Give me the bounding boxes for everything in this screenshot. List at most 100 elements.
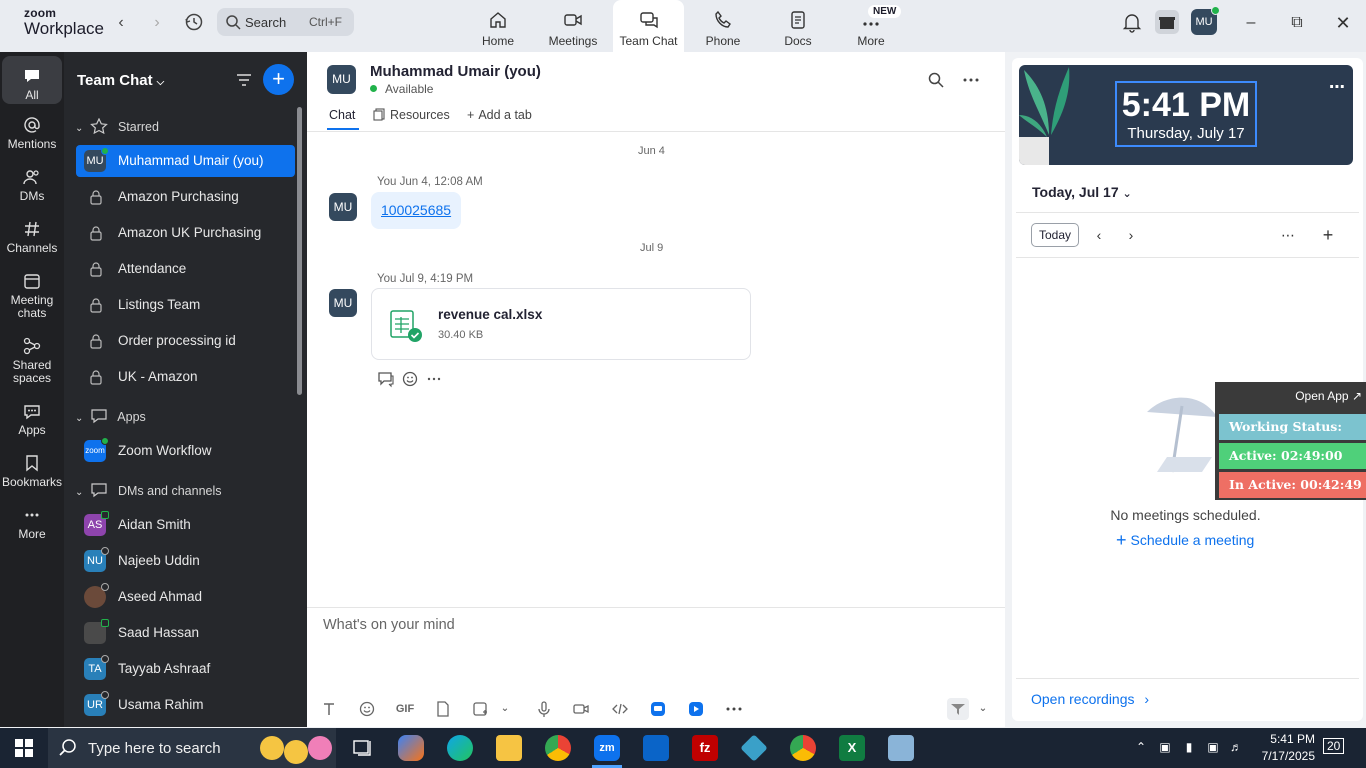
text-format-icon[interactable] bbox=[320, 700, 338, 718]
windows-start-icon[interactable] bbox=[14, 738, 34, 758]
chat-title[interactable]: Muhammad Umair (you) bbox=[370, 63, 541, 80]
schedule-meeting-link[interactable]: + Schedule a meeting bbox=[1116, 530, 1254, 551]
list-item[interactable]: Attendance bbox=[76, 253, 295, 285]
rail-item-mentions[interactable]: Mentions bbox=[2, 115, 62, 151]
task-view-icon[interactable] bbox=[350, 735, 376, 761]
app-icon[interactable] bbox=[649, 700, 667, 718]
notepad-icon[interactable] bbox=[888, 735, 914, 761]
list-item[interactable]: Amazon UK Purchasing bbox=[76, 217, 295, 249]
history-icon[interactable] bbox=[183, 11, 205, 33]
add-event-icon[interactable]: + bbox=[1319, 225, 1337, 245]
filezilla-icon[interactable]: fz bbox=[692, 735, 718, 761]
avatar[interactable]: MU bbox=[327, 65, 356, 94]
list-scrollbar[interactable] bbox=[297, 107, 302, 395]
emoji-reaction-icon[interactable] bbox=[401, 370, 419, 388]
meet-now-icon[interactable]: ▣ bbox=[1157, 740, 1173, 756]
edge-icon[interactable] bbox=[447, 735, 473, 761]
list-item[interactable]: Order processing id bbox=[76, 325, 295, 357]
rail-item-meeting-chats[interactable]: Meeting chats bbox=[2, 271, 62, 320]
list-item[interactable]: NU Najeeb Uddin bbox=[76, 545, 295, 577]
rail-item-bookmarks[interactable]: Bookmarks bbox=[2, 453, 62, 489]
excel-icon[interactable]: X bbox=[839, 735, 865, 761]
user-avatar[interactable]: MU bbox=[1191, 6, 1220, 35]
rail-item-channels[interactable]: Channels bbox=[2, 219, 62, 255]
battery-icon[interactable]: ▮ bbox=[1181, 740, 1197, 756]
list-item[interactable]: MU Muhammad Umair (you) bbox=[76, 145, 295, 177]
chevron-down-icon[interactable]: ⌄ bbox=[496, 700, 514, 718]
next-day-icon[interactable]: › bbox=[1122, 225, 1140, 245]
taskbar-search[interactable]: Type here to search bbox=[48, 728, 336, 768]
list-item[interactable]: Amazon Purchasing bbox=[76, 181, 295, 213]
rail-item-all[interactable]: All bbox=[2, 56, 62, 104]
rail-item-dms[interactable]: DMs bbox=[2, 167, 62, 203]
open-recordings-link[interactable]: Open recordings › bbox=[1031, 691, 1149, 707]
list-item[interactable]: Saad Hassan bbox=[76, 617, 295, 649]
rail-item-apps[interactable]: Apps bbox=[2, 401, 62, 437]
list-item[interactable]: UR Usama Rahim bbox=[76, 689, 295, 721]
prev-day-icon[interactable]: ‹ bbox=[1090, 225, 1108, 245]
emoji-icon[interactable] bbox=[358, 700, 376, 718]
zoom-taskbar-icon[interactable]: zm bbox=[594, 735, 620, 761]
open-app-button[interactable]: Open App ↗ bbox=[1295, 389, 1362, 403]
back-arrow-icon[interactable]: ‹ bbox=[110, 12, 132, 34]
calendar-more-icon[interactable]: ⋯ bbox=[1279, 225, 1297, 245]
chevron-down-icon[interactable]: ⌄ bbox=[974, 700, 992, 718]
list-item[interactable]: Aseed Ahmad bbox=[76, 581, 295, 613]
tab-resources[interactable]: Resources bbox=[373, 108, 450, 122]
reply-icon[interactable] bbox=[377, 370, 395, 388]
section-starred[interactable]: ⌄ Starred bbox=[75, 118, 159, 134]
rail-item-more[interactable]: More bbox=[2, 505, 62, 541]
today-button[interactable]: Today bbox=[1031, 223, 1079, 247]
gif-button[interactable]: GIF bbox=[393, 700, 417, 718]
code-icon[interactable] bbox=[611, 700, 629, 718]
section-apps[interactable]: ⌄ Apps bbox=[75, 408, 146, 424]
message-input[interactable]: What's on your mind bbox=[323, 617, 455, 633]
add-tab-button[interactable]: + Add a tab bbox=[467, 108, 532, 122]
tab-team-chat[interactable]: Team Chat bbox=[613, 0, 684, 52]
notification-center-icon[interactable]: 20 bbox=[1323, 738, 1349, 758]
tab-phone[interactable]: Phone bbox=[698, 0, 748, 52]
file-attachment[interactable]: revenue cal.xlsx 30.40 KB bbox=[371, 288, 751, 360]
filter-icon[interactable] bbox=[234, 70, 254, 90]
app-diamond-icon[interactable] bbox=[740, 734, 768, 762]
volume-icon[interactable]: ♬ bbox=[1228, 740, 1244, 756]
list-item[interactable]: Listings Team bbox=[76, 289, 295, 321]
more-options-icon[interactable] bbox=[962, 71, 980, 89]
avatar[interactable]: MU bbox=[329, 289, 357, 317]
microphone-icon[interactable] bbox=[535, 700, 553, 718]
chevron-up-icon[interactable]: ⌃ bbox=[1133, 740, 1149, 756]
screenshot-icon[interactable] bbox=[471, 700, 489, 718]
video-message-icon[interactable] bbox=[572, 700, 590, 718]
new-chat-button[interactable]: + bbox=[263, 64, 294, 95]
tab-meetings[interactable]: Meetings bbox=[543, 0, 603, 52]
close-icon[interactable]: ✕ bbox=[1332, 12, 1354, 34]
clips-icon[interactable] bbox=[687, 700, 705, 718]
tab-docs[interactable]: Docs bbox=[773, 0, 823, 52]
search-bar[interactable]: Search Ctrl+F bbox=[217, 8, 354, 36]
banner-more-icon[interactable]: ⋯ bbox=[1329, 77, 1345, 97]
message-link[interactable]: 100025685 bbox=[381, 202, 451, 218]
forward-arrow-icon[interactable]: › bbox=[146, 12, 168, 34]
list-item[interactable]: zoom Zoom Workflow bbox=[76, 435, 295, 467]
list-item[interactable]: TA Tayyab Ashraaf bbox=[76, 653, 295, 685]
taskbar-clock[interactable]: 5:41 PM 7/17/2025 bbox=[1245, 731, 1315, 765]
tab-chat[interactable]: Chat bbox=[329, 108, 355, 122]
bell-icon[interactable] bbox=[1120, 10, 1144, 34]
more-tools-icon[interactable] bbox=[725, 700, 743, 718]
list-title[interactable]: Team Chat ⌵ bbox=[77, 72, 164, 89]
list-item[interactable]: UK - Amazon bbox=[76, 361, 295, 393]
calendar-date-selector[interactable]: Today, Jul 17 ⌄ bbox=[1032, 184, 1132, 200]
list-item[interactable]: AS Aidan Smith bbox=[76, 509, 295, 541]
file-explorer-icon[interactable] bbox=[496, 735, 522, 761]
rail-item-shared-spaces[interactable]: Shared spaces bbox=[2, 336, 62, 385]
restore-icon[interactable]: ⧉ bbox=[1286, 12, 1308, 34]
copilot-icon[interactable] bbox=[398, 735, 424, 761]
send-button[interactable] bbox=[947, 698, 969, 720]
minimize-icon[interactable]: – bbox=[1240, 12, 1262, 34]
tab-home[interactable]: Home bbox=[473, 0, 523, 52]
outlook-icon[interactable] bbox=[643, 735, 669, 761]
network-icon[interactable]: ▣ bbox=[1205, 740, 1221, 756]
search-icon[interactable] bbox=[927, 71, 945, 89]
gift-icon[interactable] bbox=[1155, 10, 1179, 34]
section-dms[interactable]: ⌄ DMs and channels bbox=[75, 482, 222, 498]
